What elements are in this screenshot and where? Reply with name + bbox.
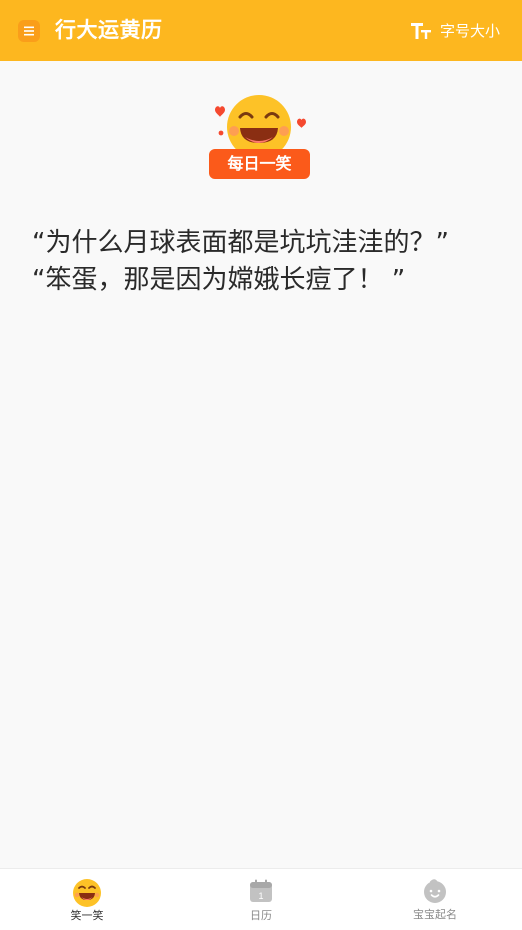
tab-laugh[interactable]: 笑一笑 <box>0 869 174 930</box>
tab-laugh-label: 笑一笑 <box>70 909 104 922</box>
calendar-icon-day: 1 <box>258 891 263 901</box>
tab-calendar-label: 日历 <box>250 909 272 922</box>
text-size-icon <box>410 23 431 39</box>
menu-icon <box>24 26 34 36</box>
joke-text: “为什么月球表面都是坑坑洼洼的？” “笨蛋，那是因为嫦娥长痘了！ ” <box>32 225 502 299</box>
menu-button[interactable] <box>18 20 40 42</box>
tab-baby-name[interactable]: 宝宝起名 <box>348 869 522 930</box>
font-size-label: 字号大小 <box>439 22 500 40</box>
joke-question: “为什么月球表面都是坑坑洼洼的？” <box>32 228 449 258</box>
app-title: 行大运黄历 <box>55 18 163 42</box>
tab-baby-name-label: 宝宝起名 <box>413 908 457 921</box>
font-size-button[interactable]: 字号大小 <box>410 18 500 44</box>
daily-joke-badge: 每日一笑 <box>204 93 316 183</box>
laughing-face-icon <box>73 879 101 907</box>
tab-calendar[interactable]: 1 日历 <box>174 869 348 930</box>
daily-joke-label: 每日一笑 <box>227 154 292 173</box>
calendar-icon: 1 <box>250 879 272 902</box>
joke-answer: “笨蛋，那是因为嫦娥长痘了！ ” <box>32 265 406 295</box>
app-header: 行大运黄历 字号大小 <box>0 0 522 61</box>
baby-face-icon <box>424 879 446 903</box>
bottom-tab-bar: 笑一笑 1 日历 宝宝起名 <box>0 868 522 930</box>
main-content: 每日一笑 “为什么月球表面都是坑坑洼洼的？” “笨蛋，那是因为嫦娥长痘了！ ” <box>0 61 522 868</box>
